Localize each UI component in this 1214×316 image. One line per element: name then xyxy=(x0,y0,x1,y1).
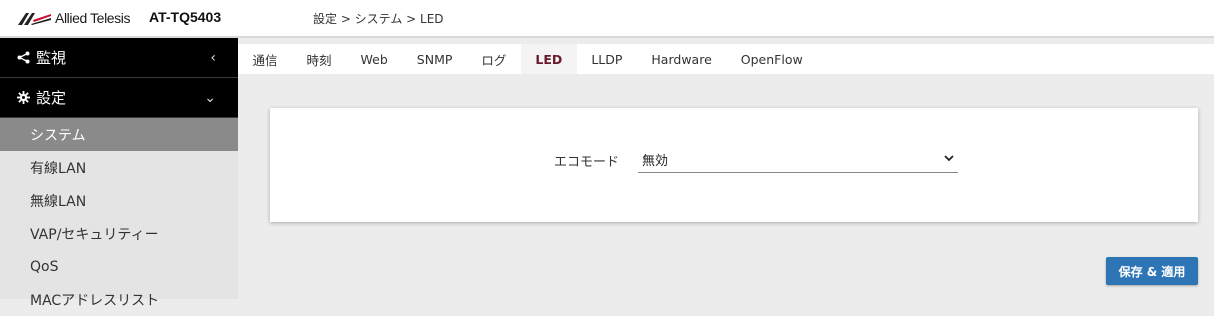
tab-web[interactable]: Web xyxy=(346,44,402,74)
save-apply-button[interactable]: 保存 & 適用 xyxy=(1106,257,1198,285)
allied-telesis-logo-icon xyxy=(18,13,51,25)
sidebar-item-wired-lan[interactable]: 有線LAN xyxy=(0,151,238,184)
tab-led[interactable]: LED xyxy=(520,44,577,74)
sidebar-section-monitor[interactable]: 監視 ‹ xyxy=(0,38,238,78)
sidebar: 監視 ‹ 設定 ⌄ システム 有線LAN 無線LAN VAP/セキュリティー Q… xyxy=(0,38,238,309)
sidebar-item-qos[interactable]: QoS xyxy=(0,250,238,283)
logo-text: Allied Telesis xyxy=(55,10,131,26)
tab-lldp[interactable]: LLDP xyxy=(577,44,637,74)
eco-mode-value: 無効 xyxy=(642,153,669,169)
eco-mode-select[interactable]: 無効 xyxy=(638,146,958,173)
sidebar-item-wireless-lan[interactable]: 無線LAN xyxy=(0,184,238,217)
led-settings-card: エコモード 無効 xyxy=(270,108,1198,222)
tab-snmp[interactable]: SNMP xyxy=(402,44,467,74)
device-model: AT-TQ5403 xyxy=(149,9,222,25)
chevron-down-icon: ⌄ xyxy=(204,90,216,106)
share-icon xyxy=(16,51,30,65)
sidebar-item-vap-security[interactable]: VAP/セキュリティー xyxy=(0,217,238,250)
breadcrumb: 設定 > システム > LED xyxy=(313,12,444,26)
sidebar-section-label: 監視 xyxy=(36,49,67,67)
sidebar-item-system[interactable]: システム xyxy=(0,118,238,151)
tab-communication[interactable]: 通信 xyxy=(238,44,292,74)
app-header: Allied Telesis AT-TQ5403 設定 > システム > LED xyxy=(0,0,1214,38)
chevron-down-icon xyxy=(944,155,954,162)
sidebar-item-mac-address-list[interactable]: MACアドレスリスト xyxy=(0,283,238,316)
sidebar-section-settings[interactable]: 設定 ⌄ xyxy=(0,78,238,118)
tab-openflow[interactable]: OpenFlow xyxy=(726,44,817,74)
sidebar-section-label: 設定 xyxy=(36,89,67,107)
tab-time[interactable]: 時刻 xyxy=(292,44,346,74)
settings-tab-bar: 通信 時刻 Web SNMP ログ LED LLDP Hardware Open… xyxy=(238,44,1214,74)
eco-mode-label: エコモード xyxy=(554,155,620,170)
gear-icon xyxy=(16,91,30,105)
tab-hardware[interactable]: Hardware xyxy=(637,44,726,74)
brand-logo[interactable]: Allied Telesis xyxy=(18,9,130,27)
tab-log[interactable]: ログ xyxy=(467,44,521,74)
chevron-left-icon: ‹ xyxy=(210,50,216,66)
